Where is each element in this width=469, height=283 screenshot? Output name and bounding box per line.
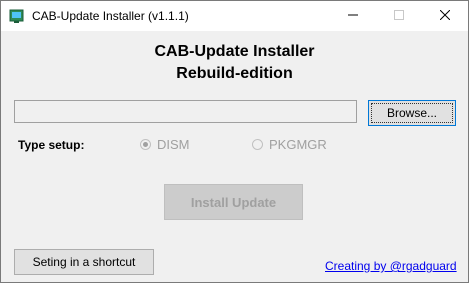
app-heading: CAB-Update Installer	[154, 43, 315, 60]
app-subheading: Rebuild-edition	[176, 65, 293, 82]
close-icon	[439, 9, 451, 23]
pkgmgr-radio[interactable]: PKGMGR	[252, 137, 327, 152]
title-bar[interactable]: CAB-Update Installer (v1.1.1)	[1, 1, 468, 31]
minimize-icon	[348, 9, 358, 23]
browse-button-label: Browse...	[386, 106, 437, 120]
app-window: CAB-Update Installer (v1.1.1) CAB-Update…	[0, 0, 469, 283]
minimize-button[interactable]	[330, 1, 376, 31]
radio-unselected-indicator	[252, 139, 263, 150]
type-setup-label: Type setup:	[18, 138, 85, 152]
shortcut-button-label: Seting in a shortcut	[32, 255, 136, 269]
install-update-label: Install Update	[190, 194, 277, 210]
maximize-icon	[394, 9, 404, 23]
maximize-button	[376, 1, 422, 31]
install-update-button[interactable]: Install Update	[164, 184, 303, 220]
cab-path-input[interactable]	[14, 100, 357, 123]
dism-radio-label: DISM	[157, 137, 190, 152]
shortcut-button[interactable]: Seting in a shortcut	[14, 249, 154, 275]
window-title: CAB-Update Installer (v1.1.1)	[32, 9, 189, 23]
app-installer-icon	[9, 8, 25, 24]
close-button[interactable]	[422, 1, 468, 31]
dism-radio[interactable]: DISM	[140, 137, 190, 152]
credit-link[interactable]: Creating by @rgadguard	[325, 259, 457, 273]
radio-selected-indicator	[140, 139, 151, 150]
pkgmgr-radio-label: PKGMGR	[269, 137, 327, 152]
browse-button[interactable]: Browse...	[368, 100, 456, 126]
